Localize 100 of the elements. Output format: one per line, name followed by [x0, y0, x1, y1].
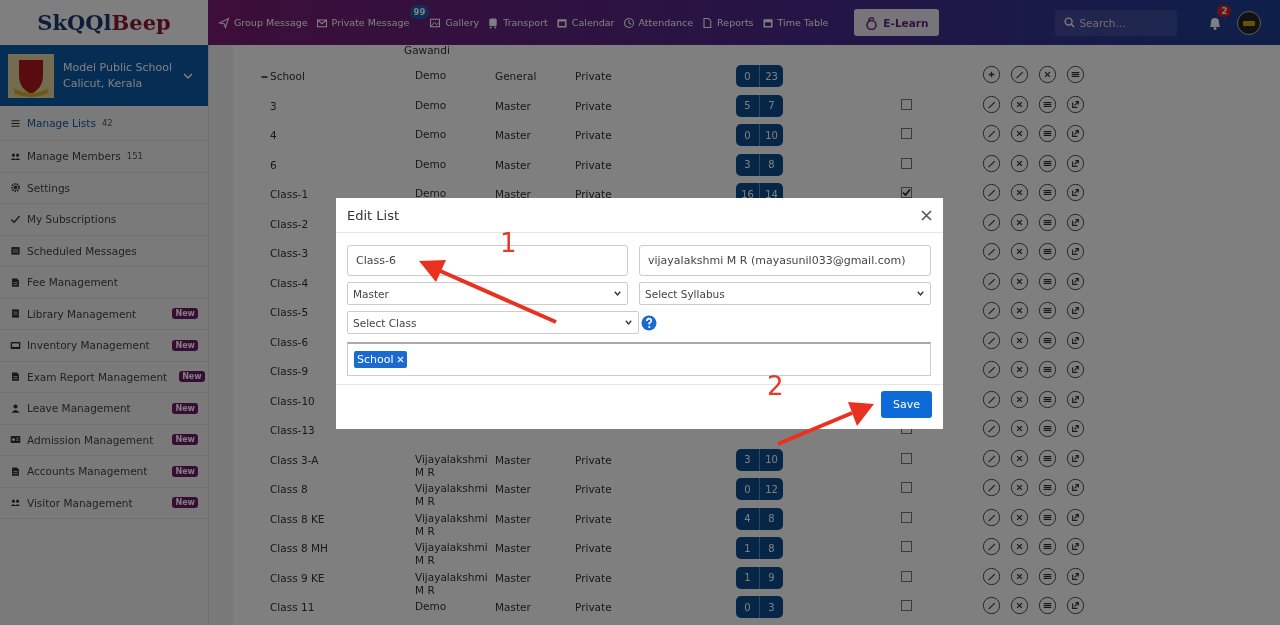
close-icon[interactable]	[1010, 389, 1029, 409]
count-badge[interactable]: 3 8	[736, 153, 783, 176]
list-icon[interactable]	[1038, 271, 1057, 291]
help-icon[interactable]	[641, 314, 657, 331]
checkbox[interactable]	[901, 541, 912, 553]
checkbox[interactable]	[901, 600, 912, 612]
close-icon[interactable]	[1010, 183, 1029, 203]
external-link-icon[interactable]	[1066, 566, 1085, 586]
tag-field[interactable]: School	[347, 342, 931, 376]
external-link-icon[interactable]	[1066, 507, 1085, 527]
close-icon[interactable]	[1010, 507, 1029, 527]
external-link-icon[interactable]	[1066, 448, 1085, 468]
list-icon[interactable]	[1038, 596, 1057, 616]
pencil-icon[interactable]	[982, 153, 1001, 173]
save-button[interactable]: Save	[881, 391, 932, 418]
list-icon[interactable]	[1038, 360, 1057, 380]
close-icon[interactable]	[1010, 271, 1029, 291]
list-icon[interactable]	[1038, 537, 1057, 557]
pencil-icon[interactable]	[982, 537, 1001, 557]
external-link-icon[interactable]	[1066, 596, 1085, 616]
list-icon[interactable]	[1038, 124, 1057, 144]
avatar-icon[interactable]	[1237, 10, 1262, 35]
count-badge[interactable]: 0 10	[736, 124, 783, 147]
nav-link[interactable]: Time Table	[777, 17, 829, 28]
external-link-icon[interactable]	[1066, 153, 1085, 173]
close-icon[interactable]	[1038, 65, 1057, 85]
external-link-icon[interactable]	[1066, 537, 1085, 557]
school-header[interactable]: Model Public School Calicut, Kerala	[0, 45, 208, 106]
external-link-icon[interactable]	[1066, 301, 1085, 321]
dropdown[interactable]: Master	[347, 282, 628, 305]
menu-item[interactable]: Visitor Management New	[0, 487, 208, 519]
close-icon[interactable]	[1010, 124, 1029, 144]
external-link-icon[interactable]	[1066, 360, 1085, 380]
nav-link[interactable]: Reports	[717, 17, 754, 28]
nav-link[interactable]: Attendance	[638, 17, 694, 28]
text-field[interactable]: vijayalakshmi M R (mayasunil033@gmail.com)	[639, 245, 931, 276]
checkbox[interactable]	[901, 128, 912, 140]
close-icon[interactable]	[1010, 566, 1029, 586]
menu-item[interactable]: Inventory Management New	[0, 330, 208, 362]
menu-item[interactable]: My Subscriptions	[0, 204, 208, 236]
close-icon[interactable]	[1010, 94, 1029, 114]
e-learn-button[interactable]: E-Learn	[854, 9, 940, 36]
list-icon[interactable]	[1038, 448, 1057, 468]
external-link-icon[interactable]	[1066, 271, 1085, 291]
pencil-icon[interactable]	[982, 507, 1001, 527]
menu-item[interactable]: Library Management New	[0, 298, 208, 330]
external-link-icon[interactable]	[1066, 124, 1085, 144]
pencil-icon[interactable]	[982, 360, 1001, 380]
count-badge[interactable]: 0 12	[736, 478, 783, 501]
checkbox[interactable]	[901, 98, 912, 110]
list-icon[interactable]	[1038, 153, 1057, 173]
menu-item[interactable]: Leave Management New	[0, 393, 208, 425]
close-icon[interactable]	[1010, 242, 1029, 262]
close-icon[interactable]	[1010, 478, 1029, 498]
pencil-icon[interactable]	[982, 94, 1001, 114]
pencil-icon[interactable]	[982, 566, 1001, 586]
pencil-icon[interactable]	[982, 124, 1001, 144]
close-icon[interactable]	[1010, 448, 1029, 468]
pencil-icon[interactable]	[1010, 65, 1029, 85]
count-badge[interactable]: 1 9	[736, 566, 783, 589]
pencil-icon[interactable]	[982, 271, 1001, 291]
external-link-icon[interactable]	[1066, 94, 1085, 114]
list-icon[interactable]	[1038, 94, 1057, 114]
close-icon[interactable]	[1010, 153, 1029, 173]
close-icon[interactable]	[1010, 330, 1029, 350]
checkbox[interactable]	[901, 157, 912, 169]
close-icon[interactable]	[1010, 537, 1029, 557]
pencil-icon[interactable]	[982, 212, 1001, 232]
count-badge[interactable]: 4 8	[736, 507, 783, 530]
pencil-icon[interactable]	[982, 330, 1001, 350]
count-badge[interactable]: 0 3	[736, 596, 783, 619]
list-icon[interactable]	[1038, 507, 1057, 527]
close-icon[interactable]	[1010, 212, 1029, 232]
menu-item[interactable]: Scheduled Messages	[0, 235, 208, 267]
external-link-icon[interactable]	[1066, 242, 1085, 262]
dropdown[interactable]: Select Class	[347, 311, 639, 334]
list-icon[interactable]	[1038, 419, 1057, 439]
plus-icon[interactable]	[982, 65, 1001, 85]
checkbox[interactable]	[901, 482, 912, 494]
close-icon[interactable]	[1010, 419, 1029, 439]
tag-chip[interactable]: School	[354, 351, 407, 368]
count-badge[interactable]: 1 8	[736, 537, 783, 560]
pencil-icon[interactable]	[982, 389, 1001, 409]
checkbox[interactable]	[901, 570, 912, 582]
count-badge[interactable]: 0 23	[736, 65, 783, 88]
list-icon[interactable]	[1038, 301, 1057, 321]
nav-link[interactable]: Gallery	[445, 17, 480, 28]
list-icon[interactable]	[1038, 478, 1057, 498]
checkbox[interactable]	[901, 187, 912, 199]
list-icon[interactable]	[1038, 389, 1057, 409]
menu-item[interactable]: Exam Report Management New	[0, 361, 208, 393]
menu-item[interactable]: Manage Lists 42	[0, 106, 208, 141]
pencil-icon[interactable]	[982, 478, 1001, 498]
nav-link[interactable]: Private Message	[331, 17, 410, 28]
list-icon[interactable]	[1038, 330, 1057, 350]
count-badge[interactable]: 5 7	[736, 94, 783, 117]
count-badge[interactable]: 3 10	[736, 448, 783, 471]
list-icon[interactable]	[1038, 566, 1057, 586]
menu-item[interactable]: Accounts Management New	[0, 456, 208, 488]
pencil-icon[interactable]	[982, 596, 1001, 616]
